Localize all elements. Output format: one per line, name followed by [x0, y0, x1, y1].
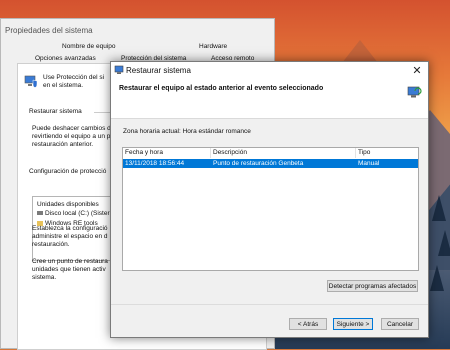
- config-line: restauración.: [32, 241, 70, 248]
- list-item[interactable]: Disco local (C:) (Sister: [37, 210, 110, 217]
- tree-shape: [432, 195, 446, 221]
- column-header-description[interactable]: Descripción: [211, 148, 356, 158]
- window-title: Propiedades del sistema: [5, 26, 93, 35]
- tree-shape: [438, 230, 450, 256]
- detect-affected-programs-button[interactable]: Detectar programas afectados: [327, 280, 418, 292]
- system-restore-icon: [114, 65, 124, 74]
- close-button[interactable]: ✕: [410, 64, 424, 78]
- cell-description: Punto de restauración Genbeta: [213, 160, 304, 167]
- intro-line: en el sistema.: [43, 82, 84, 89]
- protection-group-label: Configuración de protecció: [29, 168, 107, 175]
- cell-date: 13/11/2018 18:56:44: [125, 160, 185, 167]
- table-row[interactable]: 13/11/2018 18:56:44 Punto de restauració…: [123, 159, 418, 168]
- back-button[interactable]: < Atrás: [289, 318, 327, 330]
- tab-computer-name[interactable]: Nombre de equipo: [62, 43, 115, 50]
- cancel-button[interactable]: Cancelar: [381, 318, 419, 330]
- tab-hardware[interactable]: Hardware: [199, 43, 227, 50]
- dialog-header: Restaurar el equipo al estado anterior a…: [111, 80, 428, 119]
- computer-shield-icon: [24, 75, 38, 88]
- tree-shape: [430, 265, 444, 291]
- restore-line: restauración anterior.: [32, 141, 94, 148]
- group-divider: [94, 112, 111, 113]
- footer-divider: [111, 304, 428, 305]
- list-header: Unidades disponibles: [37, 201, 99, 208]
- tab-advanced-options[interactable]: Opciones avanzadas: [35, 55, 96, 62]
- restore-points-table[interactable]: Fecha y hora Descripción Tipo 13/11/2018…: [122, 147, 419, 271]
- timezone-label: Zona horaria actual: Hora estándar roman…: [123, 128, 251, 135]
- tab-strip: Nombre de equipo Hardware Opciones avanz…: [17, 43, 267, 63]
- title-bar[interactable]: Restaurar sistema ✕: [111, 62, 428, 80]
- column-header-date[interactable]: Fecha y hora: [123, 148, 211, 158]
- create-line: sistema.: [32, 274, 57, 281]
- restore-group-label: Restaurar sistema: [29, 108, 82, 115]
- cell-type: Manual: [358, 160, 380, 167]
- restore-dialog: Restaurar sistema ✕ Restaurar el equipo …: [110, 61, 429, 338]
- dialog-title: Restaurar sistema: [126, 66, 191, 75]
- dialog-heading: Restaurar el equipo al estado anterior a…: [119, 85, 324, 92]
- drive-label: Disco local (C:) (Sister: [45, 210, 110, 217]
- column-header-type[interactable]: Tipo: [356, 148, 418, 158]
- next-button[interactable]: Siguiente >: [333, 318, 373, 330]
- drive-icon: [37, 211, 43, 216]
- restore-computer-icon: [407, 86, 422, 98]
